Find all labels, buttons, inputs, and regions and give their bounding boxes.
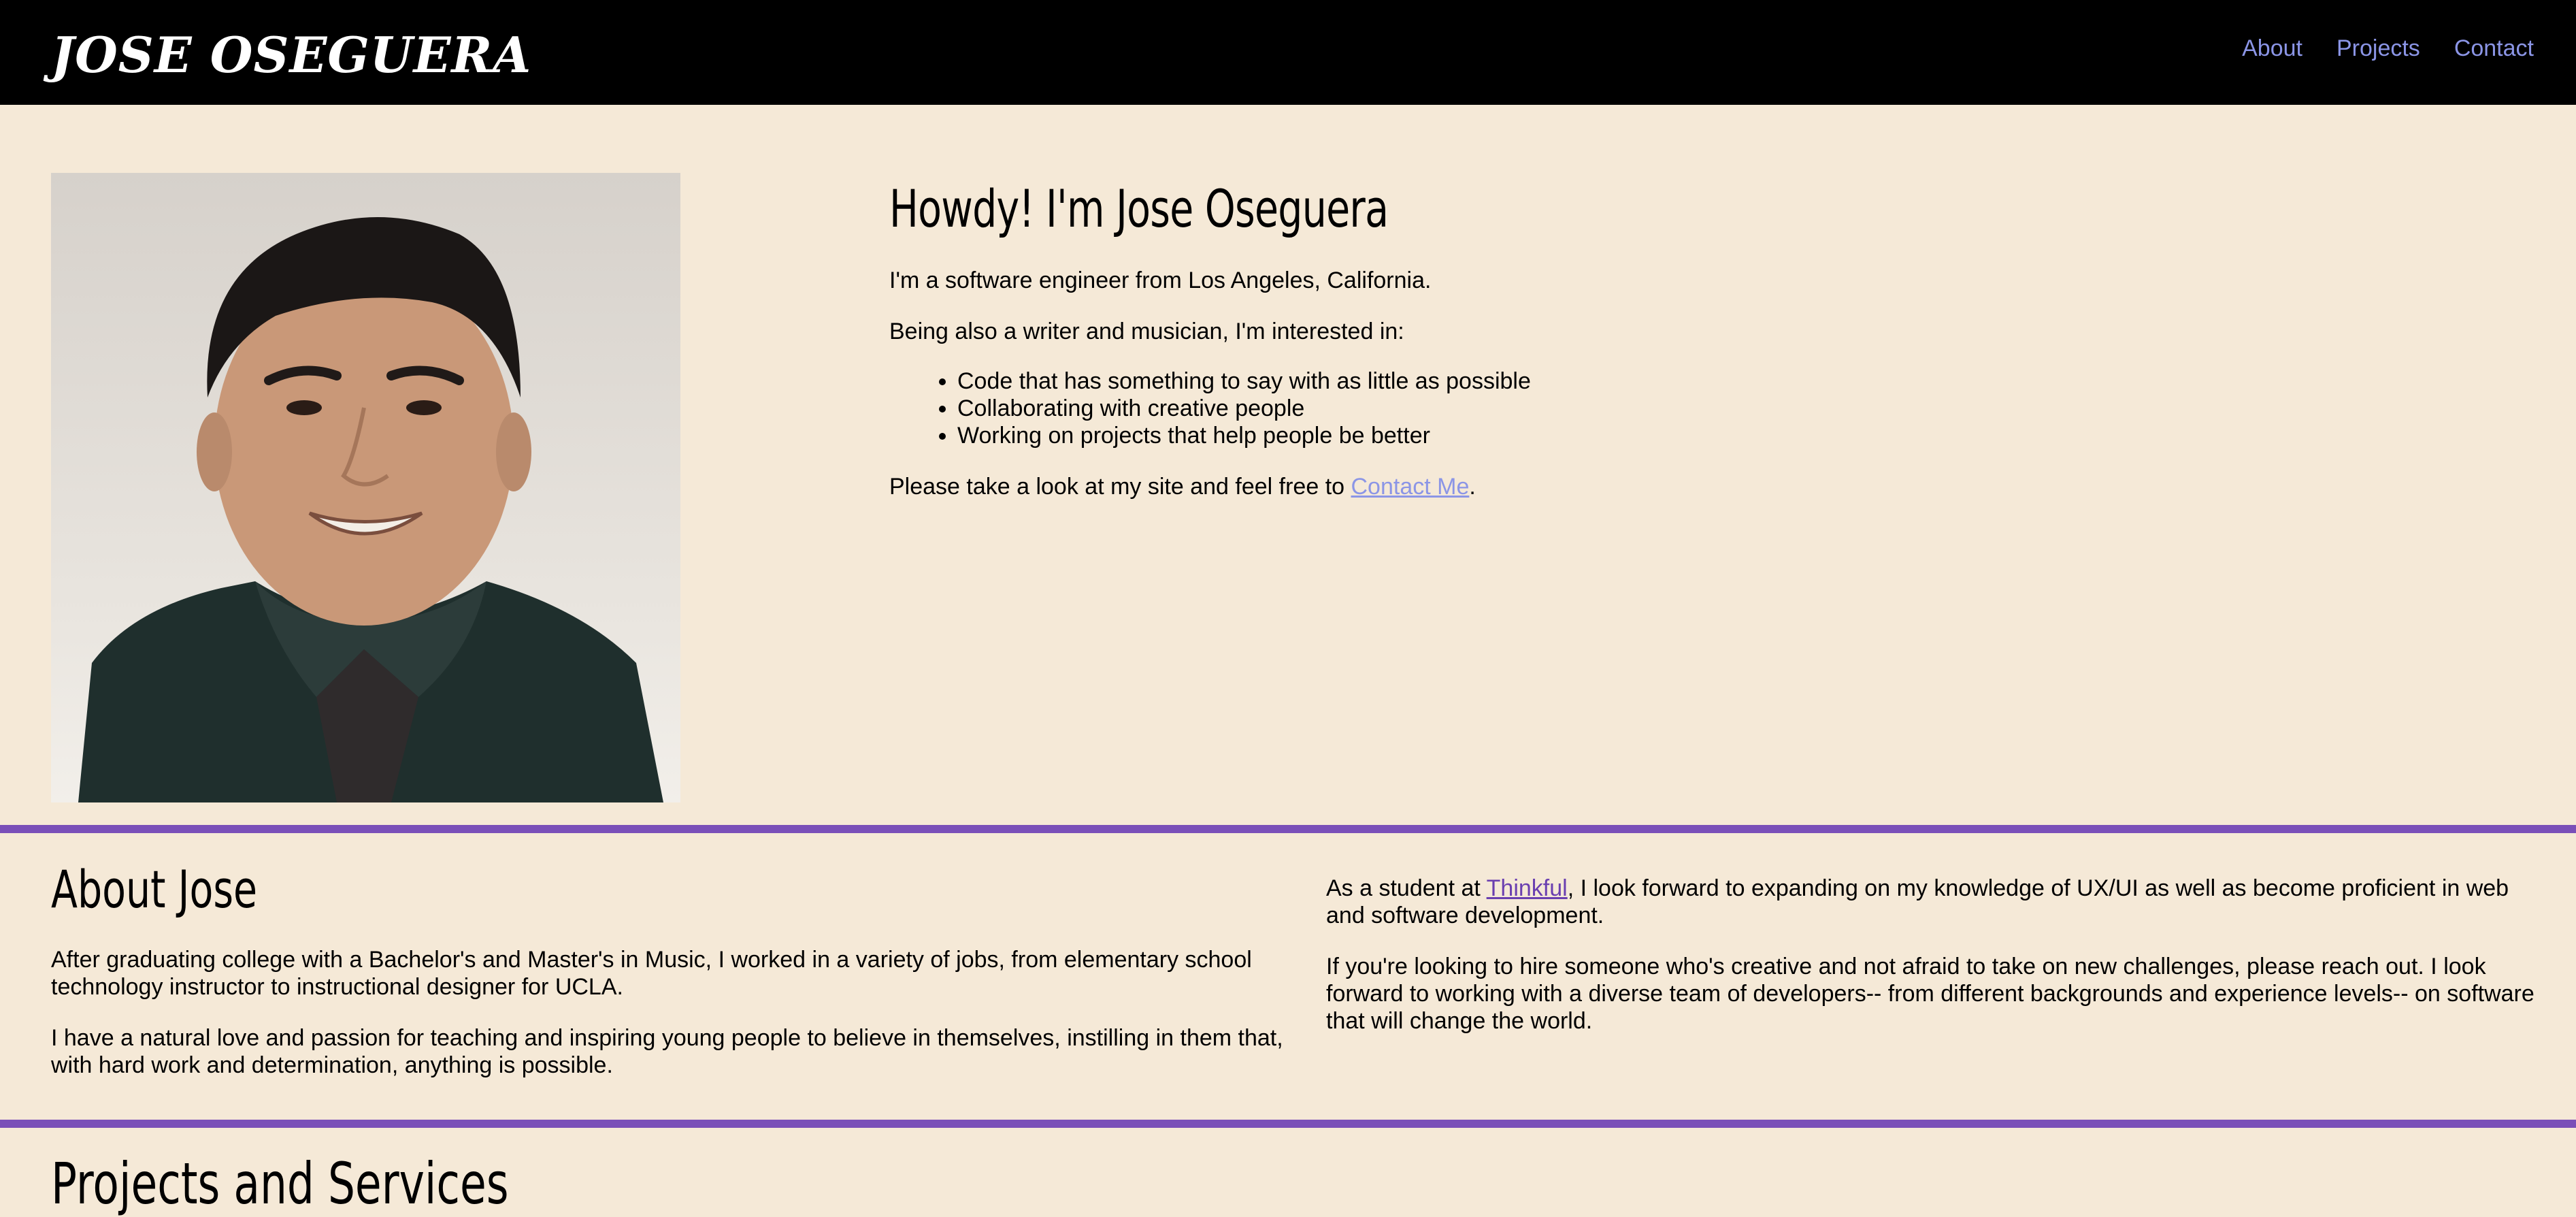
about-paragraph: I have a natural love and passion for te… (51, 1025, 1283, 1078)
contact-me-link[interactable]: Contact Me (1351, 474, 1470, 500)
about-left-column: After graduating college with a Bachelor… (51, 946, 1296, 1103)
main-nav: About Projects Contact (2242, 35, 2534, 62)
about-paragraph: After graduating college with a Bachelor… (51, 947, 1252, 1000)
about-paragraph: As a student at Thinkful, I look forward… (1326, 875, 2551, 929)
site-header: Jose Oseguera About Projects Contact (0, 0, 2576, 105)
about-right-column: As a student at Thinkful, I look forward… (1326, 875, 2551, 1058)
projects-title: Projects and Services (51, 1150, 509, 1217)
list-item: Collaborating with creative people (957, 395, 1842, 422)
hero-title: Howdy! I'm Jose Oseguera (889, 178, 1389, 239)
nav-contact-link[interactable]: Contact (2454, 35, 2534, 62)
about-paragraph: If you're looking to hire someone who's … (1326, 954, 2534, 1034)
interests-list: Code that has something to say with as l… (889, 368, 1842, 449)
nav-about-link[interactable]: About (2242, 35, 2302, 62)
list-item: Code that has something to say with as l… (957, 368, 1842, 395)
section-divider (0, 1120, 2576, 1128)
cta-paragraph: Please take a look at my site and feel f… (889, 473, 1842, 500)
list-item: Working on projects that help people be … (957, 422, 1842, 449)
nav-projects-link[interactable]: Projects (2336, 35, 2420, 62)
thinkful-link[interactable]: Thinkful (1487, 875, 1568, 901)
profile-photo (51, 173, 680, 802)
intro-paragraph: I'm a software engineer from Los Angeles… (889, 267, 1432, 293)
site-brand[interactable]: Jose Oseguera (51, 26, 531, 84)
interests-intro: Being also a writer and musician, I'm in… (889, 319, 1404, 344)
section-divider (0, 825, 2576, 833)
about-title: About Jose (51, 859, 258, 920)
cta-period: . (1469, 474, 1476, 500)
about-text: As a student at (1326, 875, 1487, 901)
cta-text: Please take a look at my site and feel f… (889, 474, 1351, 500)
hero-intro: I'm a software engineer from Los Angeles… (889, 267, 1842, 524)
